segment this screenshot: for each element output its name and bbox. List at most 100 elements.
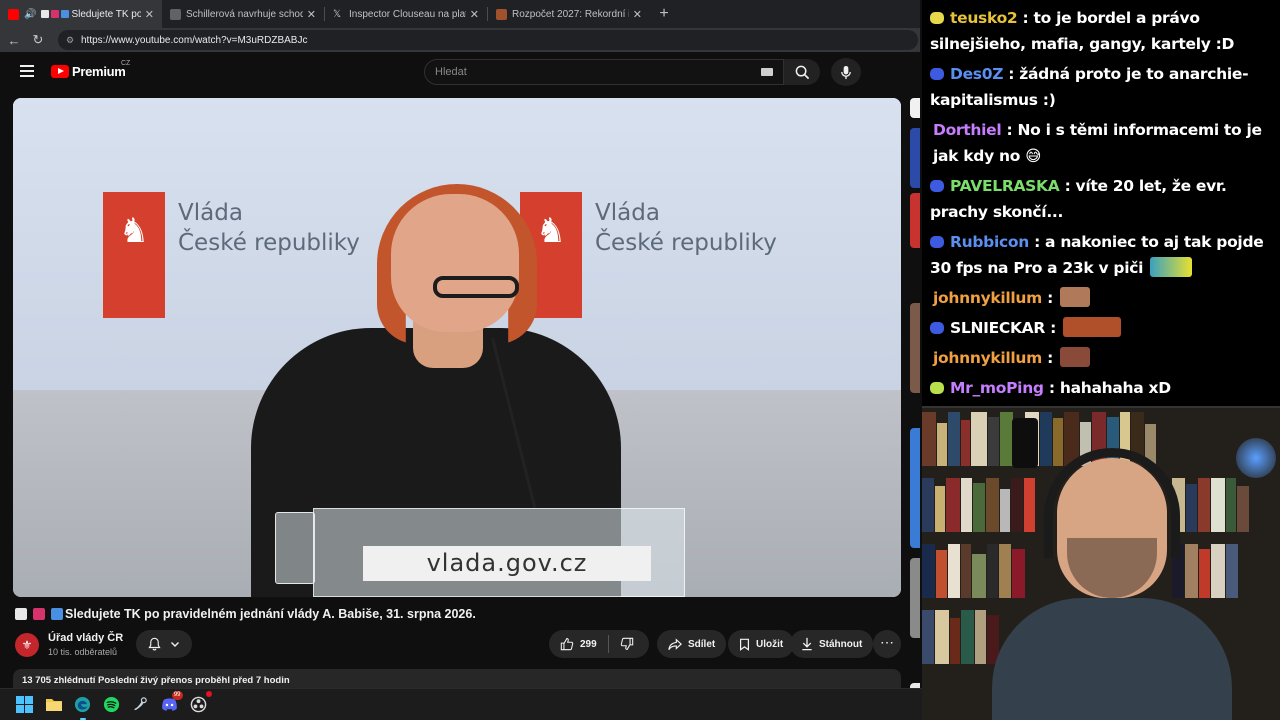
voice-search-button[interactable] — [831, 58, 861, 86]
browser-tab-strip: 🔊 Sledujete TK po pravidelném ✕ Schiller… — [0, 0, 920, 28]
channel-name[interactable]: Úřad vlády ČR — [48, 632, 123, 644]
download-icon — [802, 637, 812, 651]
speaker-glasses — [433, 276, 519, 298]
related-chip[interactable] — [910, 98, 920, 118]
related-thumbnail[interactable] — [910, 193, 920, 248]
youtube-logo[interactable]: Premium CZ — [51, 60, 130, 79]
steam-icon[interactable] — [131, 695, 151, 715]
speaker-icon[interactable]: 🔊 — [24, 9, 36, 20]
tab-x-post[interactable]: 𝕏 Inspector Clouseau na platformě X ✕ — [325, 0, 487, 28]
youtube-play-icon — [51, 65, 69, 78]
chat-message: teusko2 : to je bordel a právo silnejšie… — [930, 5, 1272, 57]
tab-rozpocet[interactable]: Rozpočet 2027: Rekordní investice ✕ — [488, 0, 650, 28]
tab-title: Rozpočet 2027: Rekordní investice — [512, 8, 629, 20]
chat-message: Mr_moPing : hahahaha xD — [930, 375, 1272, 401]
notification-bell-button[interactable] — [136, 630, 192, 658]
video-title-row: Sledujete TK po pravidelném jednání vlád… — [15, 607, 476, 621]
subscriber-count: 10 tis. odběratelů — [48, 647, 118, 657]
logo-text: Premium — [72, 64, 126, 79]
chat-username[interactable]: Mr_moPing — [950, 379, 1044, 397]
url-field[interactable]: ⚙ https://www.youtube.com/watch?v=M3uRDZ… — [58, 30, 918, 50]
org-name-line1: Vláda — [178, 200, 243, 226]
save-label: Uložit — [756, 638, 784, 650]
chat-badge-icon — [930, 12, 944, 24]
save-button[interactable]: Uložit — [728, 630, 795, 658]
new-tab-button[interactable]: + — [650, 0, 678, 28]
tab-schillerova[interactable]: Schillerová navrhuje schodek rozpočtu ✕ — [162, 0, 324, 28]
chat-badge-icon — [930, 68, 944, 80]
desk-cup — [1012, 418, 1038, 468]
chat-username[interactable]: teusko2 — [950, 9, 1018, 27]
close-icon[interactable]: ✕ — [307, 8, 316, 21]
discord-icon[interactable]: 99 — [160, 690, 183, 715]
chevron-down-icon — [170, 642, 179, 647]
download-button[interactable]: Stáhnout — [790, 630, 874, 658]
close-icon[interactable]: ✕ — [633, 8, 642, 21]
more-actions-button[interactable]: ⋯ — [873, 630, 901, 658]
chat-overlay: teusko2 : to je bordel a právo silnejšie… — [922, 0, 1280, 406]
obs-icon[interactable] — [189, 690, 212, 715]
like-dislike-group: 299 — [549, 630, 649, 658]
chat-username[interactable]: johnnykillum — [933, 349, 1042, 367]
channel-avatar[interactable]: ⚜ — [15, 633, 39, 657]
search-icon — [795, 65, 809, 79]
description-box[interactable]: 13 705 zhlédnutí Poslední živý přenos pr… — [13, 669, 901, 688]
discord-badge: 99 — [171, 690, 183, 700]
related-thumbnail[interactable] — [910, 558, 920, 638]
reload-button[interactable]: ↻ — [26, 28, 50, 52]
thumbs-down-icon — [620, 637, 633, 650]
back-button[interactable]: ← — [2, 28, 26, 52]
tab-title: Inspector Clouseau na platformě X — [349, 8, 466, 20]
neon-light — [1236, 438, 1276, 478]
org-name-line1: Vláda — [595, 200, 660, 226]
like-button[interactable]: 299 — [549, 630, 608, 658]
chat-username[interactable]: Dorthiel — [933, 121, 1002, 139]
chat-username[interactable]: Rubbicon — [950, 233, 1029, 251]
site-info-icon[interactable]: ⚙ — [66, 35, 75, 45]
file-explorer-icon[interactable] — [44, 695, 64, 715]
streamer-shirt — [992, 598, 1232, 720]
edge-icon[interactable] — [73, 695, 93, 720]
chat-username[interactable]: Des0Z — [950, 65, 1003, 83]
news-favicon-icon — [170, 8, 181, 20]
youtube-page: Premium CZ Hledat ♞ Vláda České republik… — [0, 52, 920, 688]
chat-emote — [1063, 317, 1122, 337]
region-code: CZ — [121, 60, 131, 67]
related-thumbnail[interactable] — [910, 428, 920, 548]
dislike-button[interactable] — [609, 630, 645, 658]
search-button[interactable] — [784, 59, 820, 85]
spotify-icon[interactable] — [102, 695, 122, 715]
tab-title: Schillerová navrhuje schodek rozpočtu — [186, 8, 303, 20]
keyboard-icon[interactable] — [761, 68, 773, 76]
government-name-left: Vláda České republiky — [178, 198, 360, 258]
share-button[interactable]: Sdílet — [657, 630, 727, 658]
share-icon — [668, 637, 682, 650]
chat-message: johnnykillum : — [930, 285, 1272, 311]
chat-username[interactable]: PAVELRASKA — [950, 177, 1060, 195]
chat-text: : hahahaha xD — [1048, 379, 1171, 397]
youtube-favicon-icon — [8, 8, 19, 20]
related-thumbnail[interactable] — [910, 128, 920, 188]
search-input[interactable]: Hledat — [424, 59, 784, 85]
chat-username[interactable]: johnnykillum — [933, 289, 1042, 307]
white-square-icon — [41, 10, 50, 18]
chat-username[interactable]: SLNIECKAR — [950, 319, 1045, 337]
menu-icon[interactable] — [20, 65, 34, 77]
related-video-strip[interactable] — [910, 98, 920, 688]
view-stats: 13 705 zhlédnutí Poslední živý přenos pr… — [22, 675, 290, 686]
news-favicon-icon — [496, 8, 507, 20]
video-player[interactable]: ♞ Vláda České republiky ♞ Vláda České re… — [13, 98, 901, 597]
close-icon[interactable]: ✕ — [145, 8, 154, 21]
tab-youtube[interactable]: 🔊 Sledujete TK po pravidelném ✕ — [0, 0, 162, 28]
windows-start-icon[interactable] — [15, 695, 35, 715]
blue-square-icon — [51, 608, 63, 620]
related-thumbnail[interactable] — [910, 303, 920, 393]
bookshelf — [1172, 478, 1280, 532]
chat-text: : — [1050, 319, 1057, 337]
close-icon[interactable]: ✕ — [470, 8, 479, 21]
lion-icon: ♞ — [118, 212, 150, 250]
video-title: Sledujete TK po pravidelném jednání vlád… — [65, 607, 476, 621]
pink-square-icon — [33, 608, 45, 620]
chat-badge-icon — [930, 180, 944, 192]
government-name-right: Vláda České republiky — [595, 198, 777, 258]
